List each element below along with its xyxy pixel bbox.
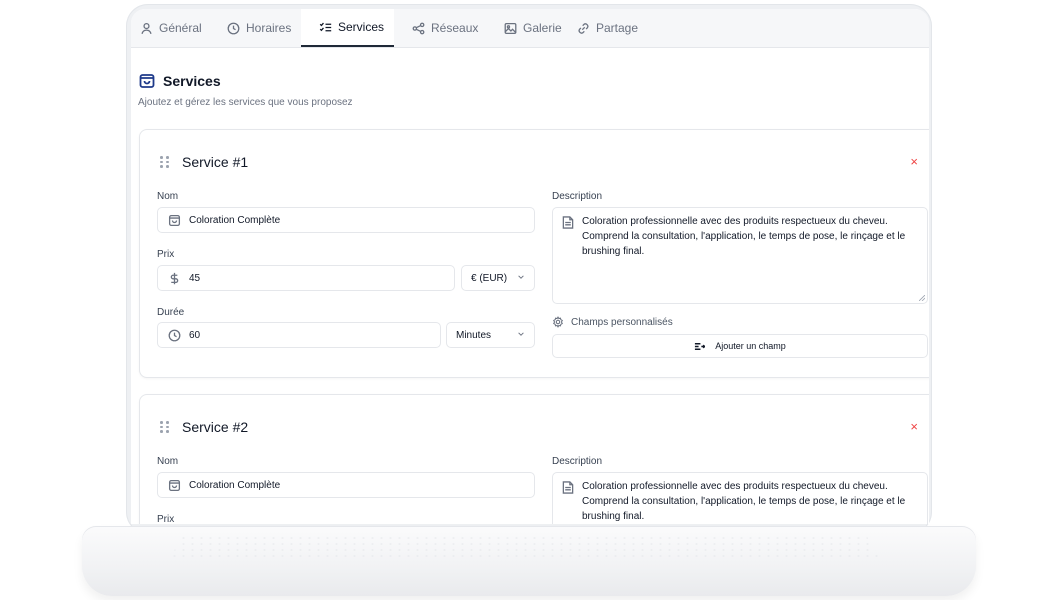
service-card: Service #2 × Nom Coloration Complète Pri… xyxy=(139,394,929,524)
duration-label: Durée xyxy=(157,307,185,318)
custom-fields-text: Champs personnalisés xyxy=(571,316,673,328)
tab-general[interactable]: Général xyxy=(131,9,219,47)
service-card: Service #1 × Nom Coloration Complète Pri… xyxy=(139,129,929,378)
duration-unit-select[interactable]: Minutes xyxy=(446,322,535,348)
tab-services-label: Services xyxy=(338,20,385,34)
tab-galerie[interactable]: Galerie xyxy=(487,9,572,47)
price-label: Prix xyxy=(157,514,175,524)
drag-handle-icon[interactable] xyxy=(160,156,170,168)
list-add-icon xyxy=(695,342,706,350)
description-textarea[interactable]: Coloration professionnelle avec des prod… xyxy=(552,472,928,524)
duration-input[interactable]: 60 xyxy=(157,322,441,348)
tab-reseaux[interactable]: Réseaux xyxy=(394,9,487,47)
drag-handle-icon[interactable] xyxy=(160,421,170,433)
image-icon xyxy=(504,22,517,34)
currency-select[interactable]: € (EUR) xyxy=(461,265,535,291)
description-value: Coloration professionnelle avec des prod… xyxy=(582,216,906,257)
service-title: Service #2 xyxy=(182,419,249,435)
section-subtitle: Ajoutez et gérez les services que vous p… xyxy=(138,97,353,108)
tab-horaires[interactable]: Horaires xyxy=(219,9,301,47)
description-textarea[interactable]: Coloration professionnelle avec des prod… xyxy=(552,207,928,304)
tab-reseaux-label: Réseaux xyxy=(431,21,479,35)
service-name-input[interactable]: Coloration Complète xyxy=(157,472,535,498)
document-icon xyxy=(562,216,574,229)
app-screen: Général Horaires Services Réseaux Galeri… xyxy=(131,9,929,524)
document-icon xyxy=(562,481,574,494)
link-icon xyxy=(578,22,589,34)
price-input[interactable]: 45 xyxy=(157,265,455,291)
service-card-title: Service #1 xyxy=(160,154,248,170)
list-check-icon xyxy=(319,22,332,31)
chevron-down-icon xyxy=(518,275,524,279)
service-name-value: Coloration Complète xyxy=(189,214,281,226)
tab-horaires-label: Horaires xyxy=(246,21,292,35)
shopping-bag-icon xyxy=(168,479,181,491)
clock-icon xyxy=(227,22,240,34)
tab-bar: Général Horaires Services Réseaux Galeri… xyxy=(131,9,929,48)
section-title: Services xyxy=(139,73,221,89)
currency-value: € (EUR) xyxy=(471,272,508,284)
tab-partage[interactable]: Partage xyxy=(572,9,662,47)
duration-value: 60 xyxy=(189,329,201,341)
tab-general-label: Général xyxy=(159,21,202,35)
service-name-input[interactable]: Coloration Complète xyxy=(157,207,535,233)
shopping-bag-icon xyxy=(168,214,181,226)
service-title: Service #1 xyxy=(182,154,249,170)
resize-handle-icon[interactable] xyxy=(919,295,925,301)
duration-unit-value: Minutes xyxy=(456,329,492,341)
service-card-title: Service #2 xyxy=(160,419,248,435)
user-icon xyxy=(141,22,152,34)
description-value: Coloration professionnelle avec des prod… xyxy=(582,481,906,522)
add-field-label: Ajouter un champ xyxy=(715,341,786,351)
gear-icon xyxy=(553,316,563,328)
price-label: Prix xyxy=(157,249,175,260)
name-label: Nom xyxy=(157,191,179,202)
remove-service-button[interactable]: × xyxy=(910,154,918,169)
name-label: Nom xyxy=(157,456,179,467)
price-value: 45 xyxy=(189,272,201,284)
clock-icon xyxy=(168,329,181,341)
description-label: Description xyxy=(552,456,603,467)
remove-service-button[interactable]: × xyxy=(910,419,918,434)
tab-galerie-label: Galerie xyxy=(523,21,562,35)
service-name-value: Coloration Complète xyxy=(189,479,281,491)
tab-services[interactable]: Services xyxy=(301,9,394,47)
description-label: Description xyxy=(552,191,603,202)
chevron-down-icon xyxy=(518,332,524,336)
shopping-bag-icon xyxy=(139,74,155,88)
dollar-icon xyxy=(170,272,179,284)
add-field-button[interactable]: Ajouter un champ xyxy=(552,334,928,358)
share-nodes-icon xyxy=(412,22,425,34)
laptop-keyboard xyxy=(170,535,880,557)
section-title-text: Services xyxy=(163,73,221,89)
tab-partage-label: Partage xyxy=(596,21,639,35)
custom-fields-label: Champs personnalisés xyxy=(552,316,673,328)
